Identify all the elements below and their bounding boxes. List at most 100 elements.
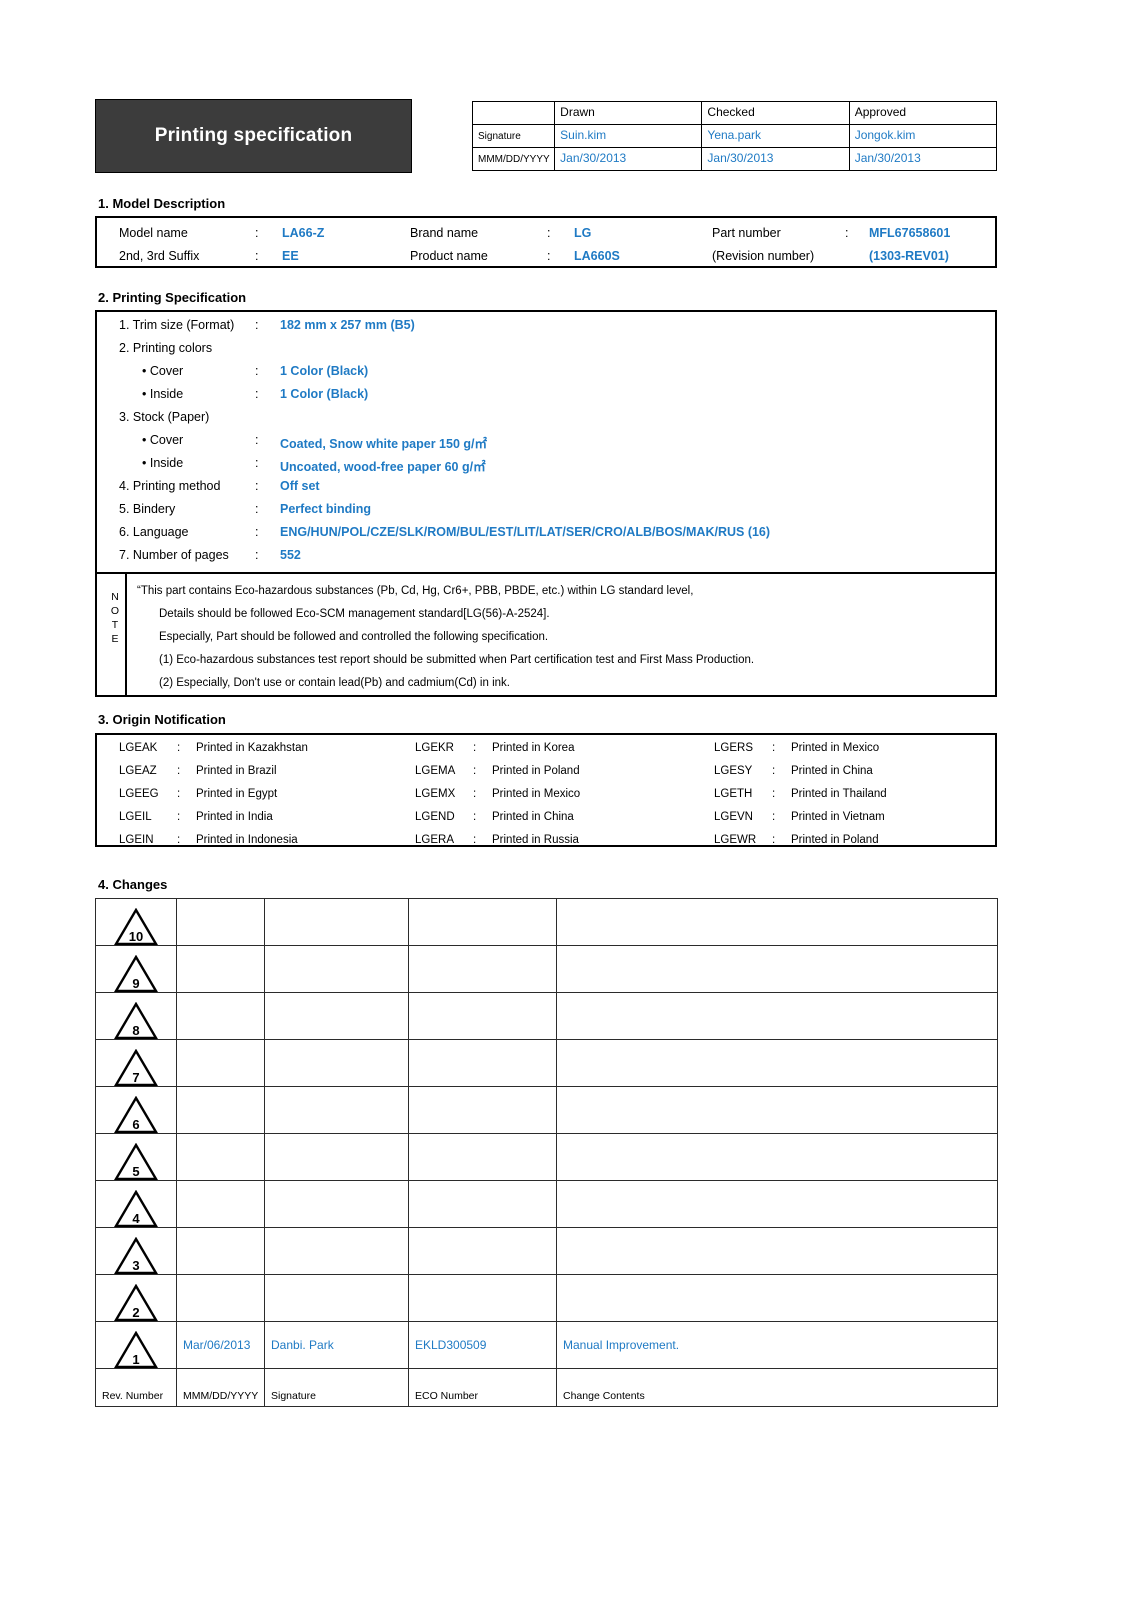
origin-value-lgeil: Printed in India [196,811,273,823]
change-signature-cell[interactable] [264,1086,409,1134]
change-signature-cell[interactable] [264,1227,409,1275]
change-eco-cell[interactable] [408,945,557,993]
change-rev-cell[interactable]: 5 [95,1133,177,1181]
change-contents-cell[interactable] [556,1039,998,1087]
change-date-cell[interactable] [176,992,265,1040]
table-row: 9 [95,945,998,993]
spec-row-printing-colors: 2. Printing colors [97,341,995,364]
spec-row-stock-paper: 3. Stock (Paper) [97,410,995,433]
change-eco-cell[interactable] [408,1086,557,1134]
origin-code-lgekr: LGEKR [415,742,454,754]
origin-colon-lgesy: : [772,765,776,777]
revision-triangle-icon: 6 [114,1096,158,1133]
change-date-cell[interactable] [176,1039,265,1087]
note-line: (1) Eco-hazardous substances test report… [159,654,755,666]
change-date-cell[interactable] [176,1274,265,1322]
change-signature-cell[interactable] [264,1133,409,1181]
change-date-cell[interactable] [176,1086,265,1134]
change-signature-cell[interactable] [264,898,409,946]
spec-colon-stock-cover: : [255,433,259,447]
table-row: 10 [95,898,998,946]
origin-colon-lgeeg: : [177,788,181,800]
note-line: “This part contains Eco-hazardous substa… [137,585,694,597]
change-rev-cell[interactable]: 6 [95,1086,177,1134]
change-eco-cell[interactable] [408,992,557,1040]
approval-corner-cell [471,101,556,125]
change-signature-cell[interactable] [264,1039,409,1087]
label-model-name: Model name [119,226,188,240]
note-label-char-e: E [111,633,119,645]
change-signature-cell[interactable] [264,1180,409,1228]
change-rev-cell[interactable]: 2 [95,1274,177,1322]
change-contents-cell[interactable] [556,992,998,1040]
change-rev-cell[interactable]: 1 [95,1321,177,1369]
change-signature-cell[interactable]: Danbi. Park [264,1321,409,1369]
change-contents-cell[interactable] [556,898,998,946]
spec-value-colors-inside: 1 Color (Black) [280,387,369,401]
note-label-char-o: O [110,605,120,617]
footer-label-eco-number: ECO Number [408,1368,557,1407]
spec-label-stock-paper: 3. Stock (Paper) [119,410,210,424]
approval-col-drawn: Drawn [554,101,703,125]
label-suffix: 2nd, 3rd Suffix [119,249,200,263]
change-date-cell[interactable]: Mar/06/2013 [176,1321,265,1369]
spec-value-colors-cover: 1 Color (Black) [280,364,369,378]
origin-colon-lgema: : [473,765,477,777]
spec-row-colors-inside: • Inside : 1 Color (Black) [97,387,995,410]
section-heading-model-description: 1. Model Description [98,196,226,211]
signature-approved: Jongok.kim [848,124,998,148]
change-eco-cell[interactable] [408,1180,557,1228]
spec-row-colors-cover: • Cover : 1 Color (Black) [97,364,995,387]
change-eco-cell[interactable] [408,1133,557,1181]
note-line: Details should be followed Eco-SCM manag… [159,608,550,620]
origin-colon-lgeth: : [772,788,776,800]
change-eco-cell[interactable]: EKLD300509 [408,1321,557,1369]
change-contents-cell[interactable] [556,1086,998,1134]
change-rev-cell[interactable]: 10 [95,898,177,946]
value-model-name: LA66-Z [282,226,325,240]
label-product-name: Product name [410,249,488,263]
approval-col-checked: Checked [701,101,850,125]
spec-row-bindery: 5. Bindery : Perfect binding [97,502,995,525]
change-contents-cell[interactable] [556,1227,998,1275]
svg-text:6: 6 [132,1117,139,1132]
change-eco-cell[interactable] [408,898,557,946]
change-rev-cell[interactable]: 9 [95,945,177,993]
printing-specification-document: Printing specification Drawn Checked App… [0,0,1132,1600]
document-header: Printing specification Drawn Checked App… [95,99,998,173]
change-eco-cell[interactable] [408,1227,557,1275]
revision-triangle-icon: 2 [114,1284,158,1321]
change-signature-cell[interactable] [264,992,409,1040]
change-contents-cell[interactable] [556,1274,998,1322]
svg-text:10: 10 [129,929,143,944]
printing-specification-table: 1. Trim size (Format) : 182 mm x 257 mm … [95,310,997,697]
approval-row-label-date: MMM/DD/YYYY [471,147,556,171]
change-date-cell[interactable] [176,945,265,993]
origin-colon-lgera: : [473,834,477,846]
spec-row-language: 6. Language : ENG/HUN/POL/CZE/SLK/ROM/BU… [97,525,995,548]
spec-row-stock-inside: • Inside : Uncoated, wood-free paper 60 … [97,456,995,479]
change-contents-cell[interactable] [556,1133,998,1181]
change-date-cell[interactable] [176,898,265,946]
spec-value-language: ENG/HUN/POL/CZE/SLK/ROM/BUL/EST/LIT/LAT/… [280,525,771,539]
change-date-cell[interactable] [176,1227,265,1275]
change-rev-cell[interactable]: 8 [95,992,177,1040]
origin-code-lgevn: LGEVN [714,811,753,823]
spec-colon-colors-inside: : [255,387,259,401]
change-eco-cell[interactable] [408,1274,557,1322]
approval-signature-row: Signature Suin.kim Yena.park Jongok.kim [471,124,998,148]
origin-value-lgekr: Printed in Korea [492,742,575,754]
spec-value-stock-cover: Coated, Snow white paper 150 g/㎡ [280,437,487,451]
change-contents-cell[interactable]: Manual Improvement. [556,1321,998,1369]
change-date-cell[interactable] [176,1180,265,1228]
change-rev-cell[interactable]: 3 [95,1227,177,1275]
svg-text:9: 9 [132,976,139,991]
change-rev-cell[interactable]: 4 [95,1180,177,1228]
change-signature-cell[interactable] [264,1274,409,1322]
change-contents-cell[interactable] [556,945,998,993]
change-contents-cell[interactable] [556,1180,998,1228]
change-signature-cell[interactable] [264,945,409,993]
change-eco-cell[interactable] [408,1039,557,1087]
change-rev-cell[interactable]: 7 [95,1039,177,1087]
change-date-cell[interactable] [176,1133,265,1181]
